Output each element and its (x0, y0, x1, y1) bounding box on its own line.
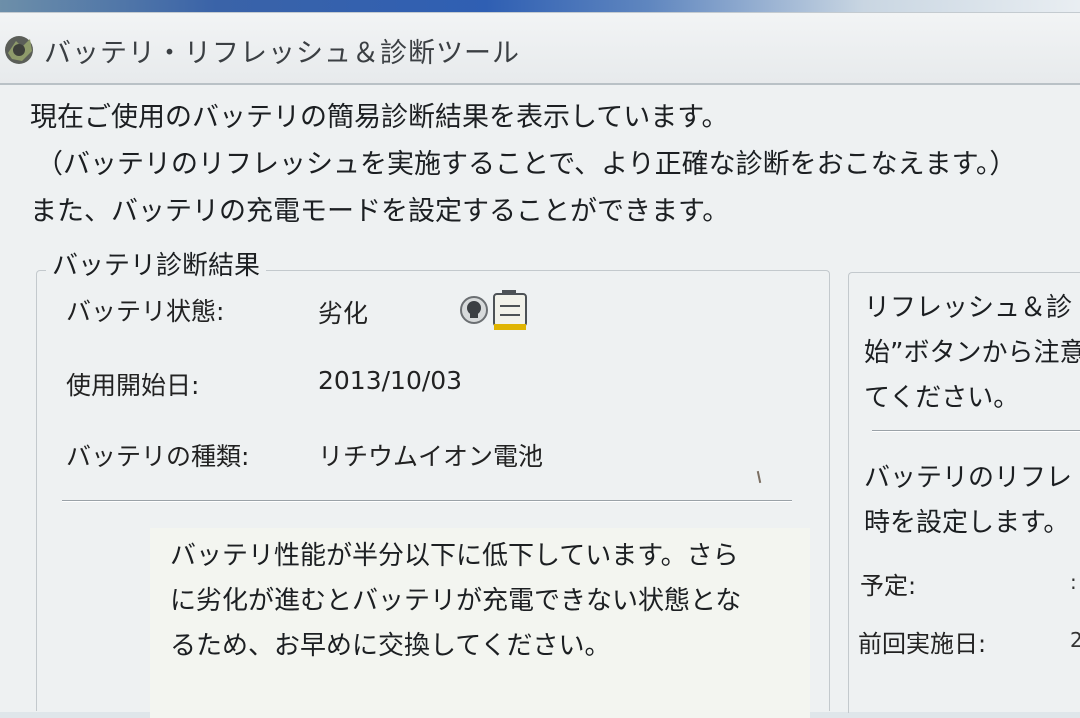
refresh-separator (872, 430, 1080, 432)
intro-line-1: 現在ご使用のバッテリの簡易診断結果を表示しています。 (30, 102, 729, 133)
message-line-2: に劣化が進むとバッテリが充電できない状態とな (170, 586, 742, 616)
diagnosis-separator (62, 500, 792, 502)
schedule-line-1: バッテリのリフレ (864, 463, 1073, 493)
battery-type-label: バッテリの種類: (66, 442, 250, 471)
start-date-value: 2013/10/03 (318, 366, 463, 395)
intro-text: 現在ご使用のバッテリの簡易診断結果を表示しています。 （バッテリのリフレッシュを… (30, 94, 1080, 235)
refresh-line-2: 始”ボタンから注意 (864, 338, 1080, 368)
intro-line-2: （バッテリのリフレッシュを実施することで、より正確な診断をおこなえます。） (36, 149, 1017, 180)
refresh-schedule-text: バッテリのリフレ 時を設定します。 (864, 456, 1080, 546)
planned-value: : (1070, 570, 1077, 594)
battery-type-value: リチウムイオン電池 (318, 442, 544, 471)
refresh-line-3: てください。 (864, 383, 1020, 413)
planned-label: 予定: (860, 572, 917, 600)
refresh-line-1: リフレッシュ＆診 (864, 293, 1073, 323)
title-bar[interactable]: バッテリ・リフレッシュ＆診断ツール (0, 13, 1080, 85)
window-title: バッテリ・リフレッシュ＆診断ツール (44, 38, 520, 69)
last-run-label: 前回実施日: (858, 630, 987, 658)
status-value: 劣化 (318, 299, 369, 328)
last-run-value: 2 (1070, 628, 1080, 652)
battery-degraded-icon (460, 290, 527, 330)
app-icon (5, 36, 33, 64)
diagnosis-legend: バッテリ診断結果 (46, 245, 267, 282)
diagnosis-message: バッテリ性能が半分以下に低下しています。さら に劣化が進むとバッテリが充電できな… (170, 534, 810, 669)
status-label: バッテリ状態: (66, 297, 225, 326)
message-line-3: るため、お早めに交換してください。 (170, 631, 611, 661)
start-date-label: 使用開始日: (66, 371, 200, 400)
message-line-1: バッテリ性能が半分以下に低下しています。さら (170, 541, 739, 571)
intro-line-3: また、バッテリの充電モードを設定することができます。 (30, 196, 730, 227)
refresh-instructions: リフレッシュ＆診 始”ボタンから注意 てください。 (864, 286, 1080, 421)
schedule-line-2: 時を設定します。 (864, 508, 1070, 538)
